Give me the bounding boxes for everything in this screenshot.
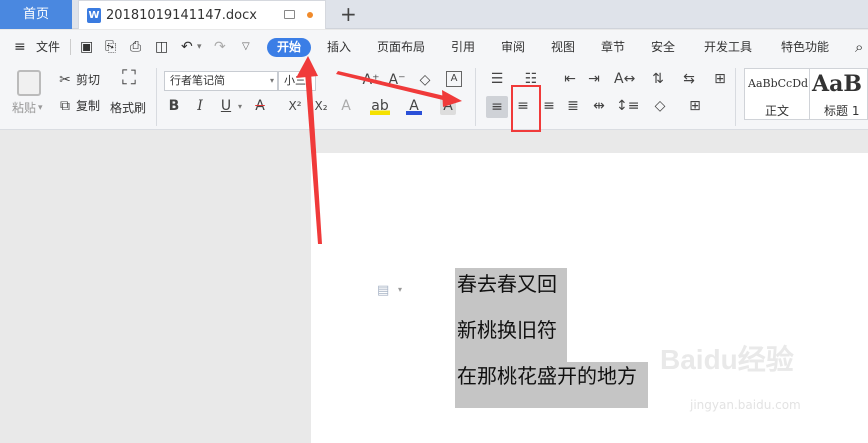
arrow-shaft-to-ribbon: [336, 71, 449, 101]
annotation-overlay: [296, 56, 541, 244]
arrow-shaft-to-tab: [305, 72, 322, 244]
arrow-head-to-ribbon: [442, 90, 462, 107]
arrow-head-to-tab: [296, 56, 318, 78]
highlight-box: [511, 85, 541, 132]
